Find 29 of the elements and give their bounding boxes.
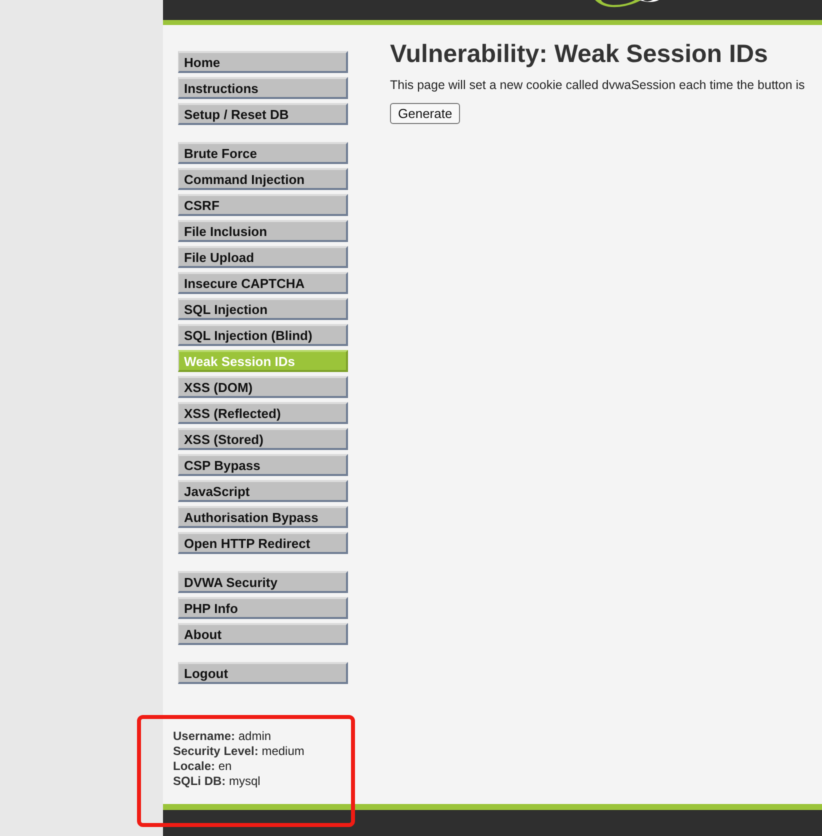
page-title: Vulnerability: Weak Session IDs [390, 39, 769, 69]
info-line: Locale: en [173, 759, 233, 774]
info-line: Security Level: medium [173, 744, 306, 759]
menu-item[interactable]: SQL Injection [178, 298, 348, 320]
menu-item[interactable]: JavaScript [178, 480, 348, 502]
menu-item[interactable]: XSS (Stored) [178, 428, 348, 450]
info-line: Username: admin [173, 729, 272, 744]
menu-item[interactable]: CSP Bypass [178, 454, 348, 476]
menu-item[interactable]: CSRF [178, 194, 348, 216]
menu-item[interactable]: Home [178, 51, 348, 73]
menu-item[interactable]: About [178, 623, 348, 645]
menu-item[interactable]: DVWA Security [178, 571, 348, 593]
menu-item[interactable]: File Upload [178, 246, 348, 268]
menu-item[interactable]: Setup / Reset DB [178, 103, 348, 125]
menu-item[interactable]: SQL Injection (Blind) [178, 324, 348, 346]
page-description: This page will set a new cookie called dvwaSession each time the button is [390, 78, 806, 92]
menu-item[interactable]: Logout [178, 662, 348, 684]
info-line: SQLi DB: mysql [173, 774, 262, 789]
menu-item[interactable]: Open HTTP Redirect [178, 532, 348, 554]
menu-item[interactable]: Brute Force [178, 142, 348, 164]
menu-item[interactable]: Command Injection [178, 168, 348, 190]
menu-item[interactable]: Instructions [178, 77, 348, 99]
generate-button[interactable]: Generate [390, 103, 460, 124]
menu-item[interactable]: XSS (DOM) [178, 376, 348, 398]
menu-item[interactable]: PHP Info [178, 597, 348, 619]
menu-item[interactable]: XSS (Reflected) [178, 402, 348, 424]
menu-item[interactable]: Authorisation Bypass [178, 506, 348, 528]
menu-item[interactable]: Insecure CAPTCHA [178, 272, 348, 294]
menu-item[interactable]: File Inclusion [178, 220, 348, 242]
